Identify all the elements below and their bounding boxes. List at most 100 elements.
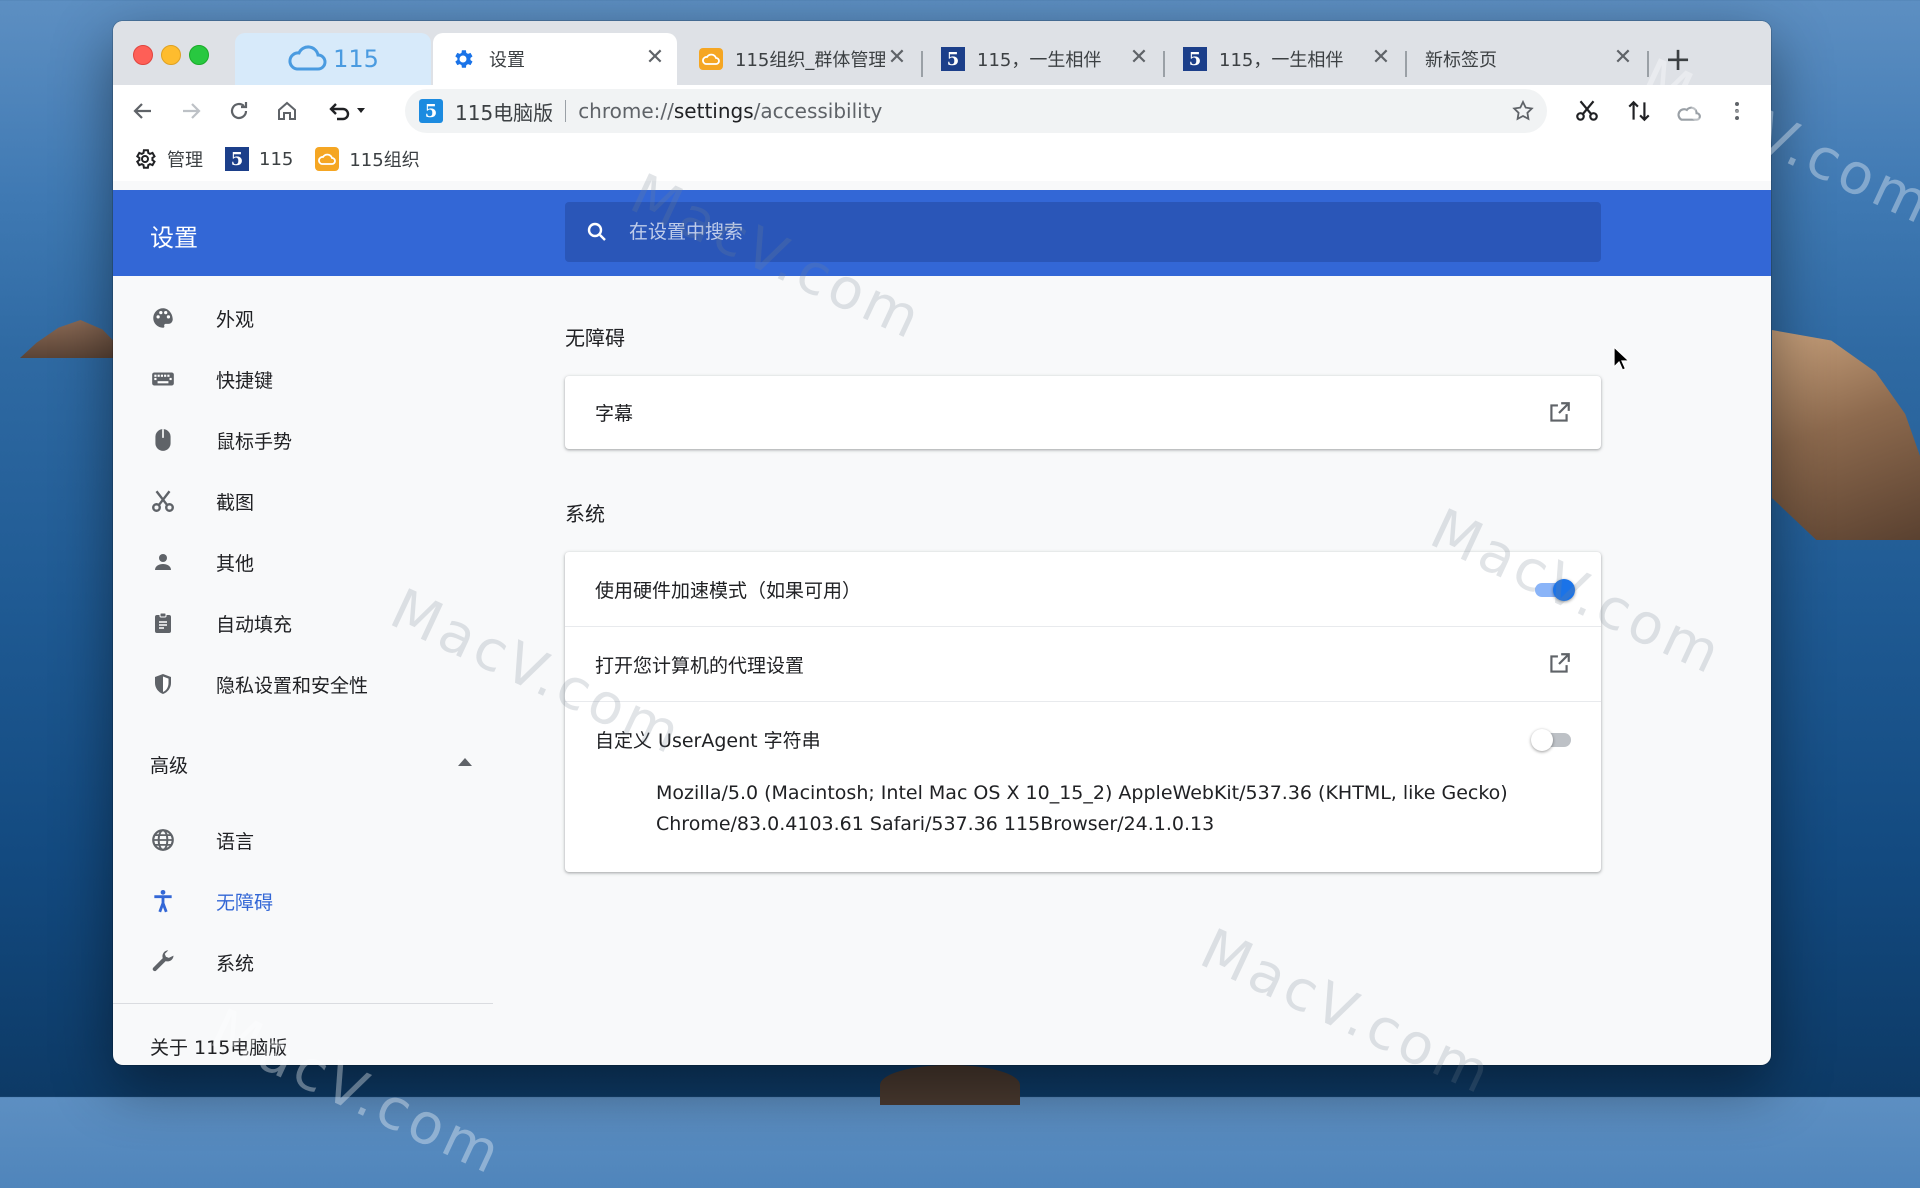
bookmark-label: 115 (259, 148, 294, 170)
sidebar-item-screenshot[interactable]: 截图 (113, 475, 473, 527)
close-window-button[interactable] (133, 45, 153, 65)
new-tab-button[interactable]: + (1661, 43, 1695, 77)
extension-button[interactable] (1673, 95, 1705, 127)
sidebar-item-privacy[interactable]: 隐私设置和安全性 (113, 658, 473, 710)
gear-icon (455, 50, 473, 68)
forward-button[interactable] (175, 95, 207, 127)
undo-close-button[interactable] (323, 95, 369, 127)
shield-icon (149, 670, 177, 698)
tab-new-tab[interactable]: 新标签页 ✕ (1409, 33, 1645, 85)
page-title: 设置 (150, 224, 198, 252)
sidebar-item-label: 外观 (216, 308, 255, 331)
screenshot-button[interactable] (1571, 95, 1603, 127)
browser-window: 115 设置 ✕ 115组织_群体管理 ✕ 5 115，一生相伴 ✕ 5 115… (113, 21, 1771, 1065)
close-tab-icon[interactable]: ✕ (1611, 47, 1635, 71)
mouse-icon (149, 426, 177, 454)
search-input[interactable] (627, 220, 1531, 244)
omnibox-divider (565, 100, 567, 122)
chevron-up-icon (458, 758, 472, 766)
browser-toolbar: 5 115电脑版 chrome://settings/accessibility (113, 85, 1771, 137)
captions-row[interactable]: 字幕 (565, 376, 1601, 449)
hardware-acceleration-row: 使用硬件加速模式（如果可用） (565, 552, 1601, 626)
cloud-icon (288, 45, 327, 71)
useragent-line: Mozilla/5.0 (Macintosh; Intel Mac OS X 1… (656, 782, 1508, 804)
tab-115-home[interactable]: 115 (235, 33, 431, 85)
orange-cloud-icon (315, 147, 340, 171)
desktop-island (880, 1065, 1020, 1105)
sidebar-item-label: 语言 (216, 830, 255, 853)
sidebar-item-other[interactable]: 其他 (113, 536, 473, 588)
accessibility-card: 字幕 (565, 376, 1601, 449)
sidebar-item-system[interactable]: 系统 (113, 936, 473, 988)
tab-strip: 115 设置 ✕ 115组织_群体管理 ✕ 5 115，一生相伴 ✕ 5 115… (113, 21, 1771, 85)
captions-label: 字幕 (595, 403, 634, 425)
home-button[interactable] (271, 95, 303, 127)
menu-button[interactable] (1721, 95, 1753, 127)
globe-icon (149, 826, 177, 854)
sidebar-item-accessibility[interactable]: 无障碍 (113, 875, 473, 927)
search-icon (587, 222, 606, 241)
address-bar[interactable]: 5 115电脑版 chrome://settings/accessibility (405, 89, 1547, 133)
home-icon (278, 101, 296, 120)
tab-title: 115组织_群体管理 (735, 50, 885, 71)
sidebar-item-languages[interactable]: 语言 (113, 814, 473, 866)
advanced-section-toggle[interactable]: 高级 (150, 744, 472, 784)
clipboard-icon (149, 609, 177, 637)
scissors-icon (149, 487, 177, 515)
sidebar-item-label: 自动填充 (216, 613, 293, 636)
reload-icon (230, 102, 248, 120)
tab-115-life-2[interactable]: 5 115，一生相伴 ✕ (1167, 33, 1403, 85)
sidebar-item-shortcuts[interactable]: 快捷键 (113, 353, 473, 405)
star-icon[interactable] (1511, 99, 1535, 123)
tab-title: 115，一生相伴 (1219, 50, 1344, 71)
bookmark-115-org[interactable]: 115组织 (315, 146, 420, 172)
arrow-right-icon (183, 103, 201, 119)
close-tab-icon[interactable]: ✕ (885, 47, 909, 71)
sidebar-item-label: 无障碍 (216, 891, 274, 914)
proxy-settings-label: 打开您计算机的代理设置 (595, 654, 805, 677)
tab-title: 115，一生相伴 (977, 50, 1102, 71)
hardware-acceleration-toggle[interactable] (1531, 578, 1575, 601)
person-icon (149, 548, 177, 576)
tab-115-org[interactable]: 115组织_群体管理 ✕ (683, 33, 919, 85)
maximize-window-button[interactable] (189, 45, 209, 65)
minimize-window-button[interactable] (161, 45, 181, 65)
bookmark-manage[interactable]: 管理 (133, 146, 203, 172)
toggle-knob (1531, 729, 1553, 751)
undo-icon (329, 103, 350, 121)
sidebar-item-about[interactable]: 关于 115电脑版 (150, 1033, 287, 1060)
open-in-new-icon[interactable] (1545, 399, 1573, 427)
tab-separator (1405, 51, 1407, 77)
open-in-new-icon[interactable] (1545, 650, 1573, 678)
orange-cloud-icon (699, 48, 723, 70)
wrench-icon (149, 948, 177, 976)
useragent-toggle[interactable] (1531, 728, 1571, 751)
settings-search[interactable] (565, 202, 1601, 262)
close-tab-icon[interactable]: ✕ (1127, 47, 1151, 71)
back-button[interactable] (127, 95, 159, 127)
close-tab-icon[interactable]: ✕ (1369, 47, 1393, 71)
extension-icon (1677, 106, 1701, 121)
useragent-line: Chrome/83.0.4103.61 Safari/537.36 115Bro… (656, 813, 1215, 835)
useragent-label: 自定义 UserAgent 字符串 (595, 729, 821, 752)
tab-115-life[interactable]: 5 115，一生相伴 ✕ (925, 33, 1161, 85)
advanced-label: 高级 (150, 754, 189, 777)
tab-settings[interactable]: 设置 ✕ (433, 33, 677, 85)
tab-title: 115 (333, 45, 379, 73)
proxy-settings-row[interactable]: 打开您计算机的代理设置 (565, 627, 1601, 701)
sidebar-item-appearance[interactable]: 外观 (113, 292, 473, 344)
115-logo-icon: 5 (941, 47, 965, 71)
115-logo-icon: 5 (1183, 47, 1207, 71)
sidebar-item-mouse-gestures[interactable]: 鼠标手势 (113, 414, 473, 466)
sidebar-item-label: 截图 (216, 491, 255, 514)
tab-title: 设置 (489, 50, 525, 71)
sidebar-item-autofill[interactable]: 自动填充 (113, 597, 473, 649)
tab-separator (1163, 51, 1165, 77)
close-tab-icon[interactable]: ✕ (643, 47, 667, 71)
keyboard-icon (149, 365, 177, 393)
settings-header: 设置 (113, 190, 1771, 276)
bookmark-115[interactable]: 5 115 (225, 147, 293, 171)
reload-button[interactable] (223, 95, 255, 127)
transfer-button[interactable] (1623, 95, 1655, 127)
sidebar-item-label: 系统 (216, 952, 255, 975)
